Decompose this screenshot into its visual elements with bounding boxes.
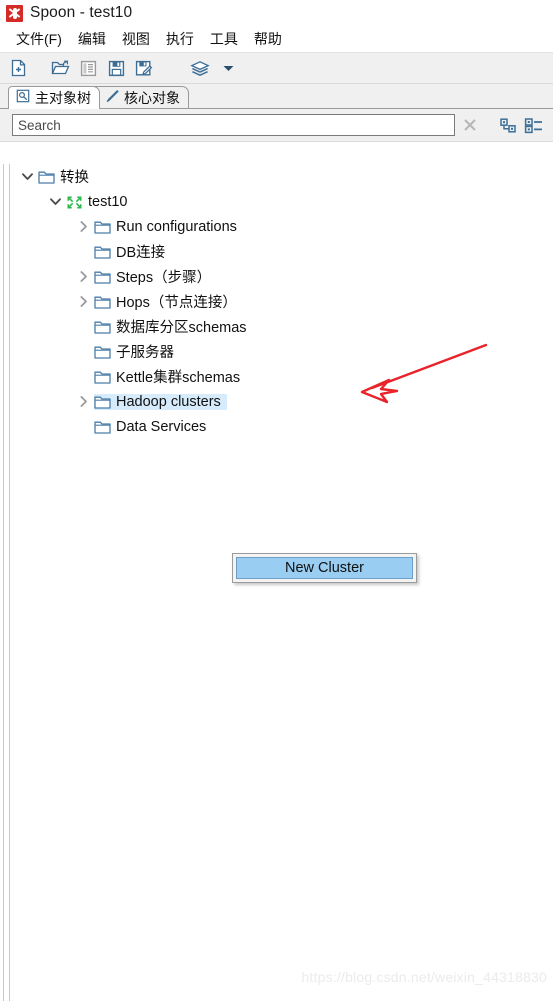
tree-node-label: 数据库分区schemas bbox=[116, 320, 247, 336]
tree-node[interactable]: Hadoop clusters bbox=[10, 389, 553, 414]
folder-icon bbox=[94, 395, 111, 409]
chevron-down-icon[interactable] bbox=[216, 56, 240, 80]
chevron-down-icon[interactable] bbox=[44, 197, 66, 206]
new-file-icon[interactable] bbox=[6, 56, 30, 80]
tree-node-label: Kettle集群schemas bbox=[116, 370, 241, 386]
tree-node[interactable]: 子服务器 bbox=[10, 339, 553, 364]
tree-node-content[interactable]: test10 bbox=[66, 194, 128, 210]
folder-icon bbox=[94, 295, 111, 309]
tab-label: 核心对象 bbox=[124, 89, 180, 106]
folder-icon bbox=[94, 370, 111, 384]
open-folder-icon[interactable] bbox=[48, 56, 72, 80]
tree-node-content[interactable]: Hadoop clusters bbox=[94, 393, 227, 410]
folder-icon bbox=[94, 345, 111, 359]
search-input[interactable] bbox=[12, 114, 455, 136]
menu-file[interactable]: 文件(F) bbox=[8, 27, 70, 51]
layers-icon[interactable] bbox=[188, 56, 212, 80]
folder-icon bbox=[38, 170, 55, 184]
close-x-icon[interactable] bbox=[455, 113, 485, 137]
tree-node-label: Run configurations bbox=[116, 218, 237, 235]
window-title: Spoon - test10 bbox=[30, 4, 133, 21]
tree-node-label: 子服务器 bbox=[116, 345, 174, 361]
tab-main-object-tree[interactable]: 主对象树 bbox=[8, 86, 100, 109]
watermark-text: https://blog.csdn.net/weixin_44318830 bbox=[301, 969, 547, 985]
tree-node-content[interactable]: Data Services bbox=[94, 419, 206, 435]
chevron-down-icon[interactable] bbox=[16, 172, 38, 181]
save-icon[interactable] bbox=[104, 56, 128, 80]
menu-help[interactable]: 帮助 bbox=[246, 27, 290, 51]
folder-icon bbox=[94, 420, 111, 434]
tree-node-content[interactable]: Hops（节点连接） bbox=[94, 291, 237, 312]
tree-node-label: 转换 bbox=[60, 170, 89, 186]
menu-run[interactable]: 执行 bbox=[158, 27, 202, 51]
chevron-right-icon[interactable] bbox=[72, 221, 94, 232]
tree-node-label: test10 bbox=[88, 193, 128, 210]
pencil-icon bbox=[105, 89, 119, 106]
tree-node-content[interactable]: 数据库分区schemas bbox=[94, 316, 247, 337]
tab-label: 主对象树 bbox=[35, 89, 91, 106]
chevron-right-icon[interactable] bbox=[72, 271, 94, 282]
folder-icon bbox=[94, 320, 111, 334]
view-tabs: 主对象树 核心对象 bbox=[0, 84, 553, 109]
tree-node[interactable]: 转换 bbox=[10, 164, 553, 189]
tree-node-label: Hops（节点连接） bbox=[116, 295, 237, 311]
show-details-icon[interactable] bbox=[521, 113, 547, 137]
menu-edit[interactable]: 编辑 bbox=[70, 27, 114, 51]
tree-node-content[interactable]: DB连接 bbox=[94, 241, 165, 262]
tree-node[interactable]: Hops（节点连接） bbox=[10, 289, 553, 314]
tree-node[interactable]: 数据库分区schemas bbox=[10, 314, 553, 339]
save-as-icon[interactable] bbox=[132, 56, 156, 80]
tree-node-content[interactable]: Steps（步骤） bbox=[94, 266, 211, 287]
tree-node-label: Data Services bbox=[116, 418, 207, 435]
tree-node[interactable]: Data Services bbox=[10, 414, 553, 439]
tree-node-content[interactable]: Kettle集群schemas bbox=[94, 366, 240, 387]
tree-node-label: DB连接 bbox=[116, 245, 166, 261]
object-tree-pane: 转换 test10 Run configurations DB连接 Steps（步骤） H… bbox=[0, 164, 553, 1001]
context-menu-item-new-cluster[interactable]: New Cluster bbox=[236, 557, 413, 579]
pane-sash[interactable] bbox=[0, 164, 10, 1001]
collapse-all-icon[interactable] bbox=[495, 113, 521, 137]
tree-node-label: Steps（步骤） bbox=[116, 270, 212, 286]
tree-node[interactable]: Kettle集群schemas bbox=[10, 364, 553, 389]
menu-view[interactable]: 视图 bbox=[114, 27, 158, 51]
tree-node[interactable]: Steps（步骤） bbox=[10, 264, 553, 289]
tab-core-objects[interactable]: 核心对象 bbox=[90, 86, 189, 108]
context-menu: New Cluster bbox=[232, 553, 417, 583]
explorer-list-icon[interactable] bbox=[76, 56, 100, 80]
chevron-right-icon[interactable] bbox=[72, 296, 94, 307]
folder-icon bbox=[94, 245, 111, 259]
folder-icon bbox=[94, 220, 111, 234]
spoon-app-icon bbox=[6, 4, 23, 22]
tree-node-content[interactable]: Run configurations bbox=[94, 219, 237, 235]
chevron-right-icon[interactable] bbox=[72, 396, 94, 407]
tree-node-label: Hadoop clusters bbox=[116, 393, 221, 410]
tree-node-content[interactable]: 子服务器 bbox=[94, 341, 174, 362]
title-bar: Spoon - test10 bbox=[0, 0, 553, 26]
menu-tools[interactable]: 工具 bbox=[202, 27, 246, 51]
tree-node[interactable]: Run configurations bbox=[10, 214, 553, 239]
tree-node-content[interactable]: 转换 bbox=[38, 166, 89, 187]
menu-bar: 文件(F) 编辑 视图 执行 工具 帮助 bbox=[0, 26, 553, 52]
main-toolbar bbox=[0, 52, 553, 84]
folder-icon bbox=[94, 270, 111, 284]
search-bar bbox=[0, 109, 553, 142]
tree-node[interactable]: test10 bbox=[10, 189, 553, 214]
tree-node[interactable]: DB连接 bbox=[10, 239, 553, 264]
transformation-icon bbox=[66, 195, 82, 209]
document-tree-icon bbox=[16, 89, 30, 106]
